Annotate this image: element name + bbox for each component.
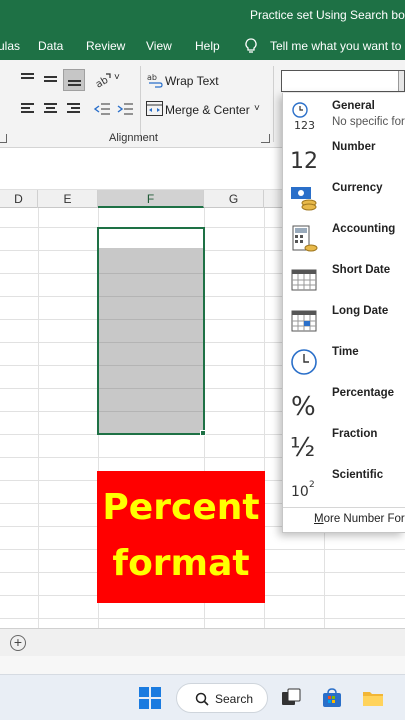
top-align-button[interactable]: [17, 69, 39, 91]
format-option-general[interactable]: 123 General No specific for: [283, 95, 405, 136]
add-sheet-button[interactable]: +: [10, 635, 26, 651]
wrap-text-icon: ab: [147, 73, 163, 88]
task-view-icon[interactable]: [280, 687, 302, 709]
svg-text:12: 12: [290, 149, 318, 172]
wrap-text-button[interactable]: Wrap Text: [165, 74, 219, 88]
format-option-percentage[interactable]: % Percentage: [283, 382, 405, 423]
decrease-indent-icon[interactable]: [93, 100, 111, 118]
file-explorer-icon[interactable]: [362, 687, 384, 709]
more-number-formats-link[interactable]: More Number For: [283, 507, 405, 531]
window-title: Practice set Using Search box: [250, 8, 405, 22]
number-format-dropdown-arrow[interactable]: [398, 71, 404, 91]
svg-text:ab: ab: [94, 75, 110, 89]
svg-text:10: 10: [291, 484, 309, 500]
svg-text:½: ½: [290, 433, 315, 459]
column-header-g[interactable]: G: [204, 190, 264, 208]
alignment-dialog-launcher[interactable]: [261, 134, 270, 143]
format-option-currency[interactable]: Currency: [283, 177, 405, 218]
clock-123-icon: 123: [292, 102, 315, 131]
align-left-button[interactable]: [17, 98, 39, 120]
ribbon-divider: [273, 66, 274, 142]
merge-center-icon: [146, 101, 163, 116]
format-option-scientific[interactable]: 10 2 Scientific: [283, 464, 405, 505]
ribbon-divider: [140, 66, 141, 142]
taskbar-search-label: Search: [215, 692, 254, 706]
format-option-fraction[interactable]: ½ Fraction: [283, 423, 405, 464]
sheet-tab-bar: +: [0, 628, 405, 656]
number-format-combobox[interactable]: [281, 70, 405, 92]
percent-icon: %: [291, 392, 316, 418]
status-area: [0, 656, 405, 674]
alignment-group-label: Alignment: [109, 132, 158, 144]
middle-align-button[interactable]: [40, 69, 62, 91]
font-dialog-launcher[interactable]: [0, 134, 7, 143]
windows-taskbar: Search: [0, 674, 405, 720]
svg-text:2: 2: [309, 480, 315, 490]
selection-range-border: [97, 227, 205, 435]
scientific-icon: 10 2: [291, 480, 315, 500]
overlay-line-2: format: [112, 543, 250, 584]
search-icon: [195, 692, 209, 706]
windows-start-icon[interactable]: [139, 687, 161, 709]
percent-format-overlay: Percent format: [97, 471, 265, 603]
title-bar: Practice set Using Search box: [0, 0, 405, 32]
currency-icon: [291, 187, 317, 211]
long-date-icon: [291, 310, 317, 332]
taskbar-search-box[interactable]: Search: [176, 683, 268, 713]
tab-data[interactable]: Data: [38, 39, 63, 53]
fill-handle[interactable]: [200, 430, 206, 436]
svg-text:ab: ab: [147, 73, 157, 82]
align-right-button[interactable]: [63, 98, 85, 120]
format-option-long-date[interactable]: Long Date: [283, 300, 405, 341]
bottom-align-button[interactable]: [63, 69, 85, 91]
tab-help[interactable]: Help: [195, 39, 220, 53]
tab-review[interactable]: Review: [86, 39, 125, 53]
orientation-icon[interactable]: ab: [94, 71, 112, 89]
ribbon-tabs: ulas Data Review View Help Tell me what …: [0, 32, 405, 60]
align-center-button[interactable]: [40, 98, 62, 120]
number-format-dropdown: 123 General No specific for 12 Number Cu…: [282, 93, 405, 533]
increase-indent-icon[interactable]: [116, 100, 134, 118]
format-option-accounting[interactable]: Accounting: [283, 218, 405, 259]
short-date-icon: [291, 269, 317, 291]
tab-view[interactable]: View: [146, 39, 172, 53]
orientation-caret[interactable]: ˅: [114, 72, 120, 83]
format-option-time[interactable]: Time: [283, 341, 405, 382]
column-header-e[interactable]: E: [38, 190, 98, 208]
format-option-short-date[interactable]: Short Date: [283, 259, 405, 300]
tell-me-search[interactable]: Tell me what you want to d: [270, 39, 405, 53]
lightbulb-icon: [245, 38, 257, 53]
merge-center-caret[interactable]: ˅: [254, 103, 260, 114]
format-option-number[interactable]: 12 Number: [283, 136, 405, 177]
clock-icon: [291, 349, 317, 375]
store-icon[interactable]: [321, 687, 343, 709]
column-header-f[interactable]: F: [98, 190, 204, 208]
svg-text:%: %: [291, 392, 316, 418]
overlay-line-1: Percent: [102, 487, 260, 528]
svg-text:123: 123: [294, 119, 315, 131]
column-header-d[interactable]: D: [0, 190, 38, 208]
accounting-icon: [292, 225, 318, 252]
tab-formulas[interactable]: ulas: [0, 39, 20, 53]
number-12-icon: 12: [290, 149, 318, 172]
merge-center-button[interactable]: Merge & Center: [165, 103, 250, 117]
fraction-icon: ½: [290, 433, 315, 459]
